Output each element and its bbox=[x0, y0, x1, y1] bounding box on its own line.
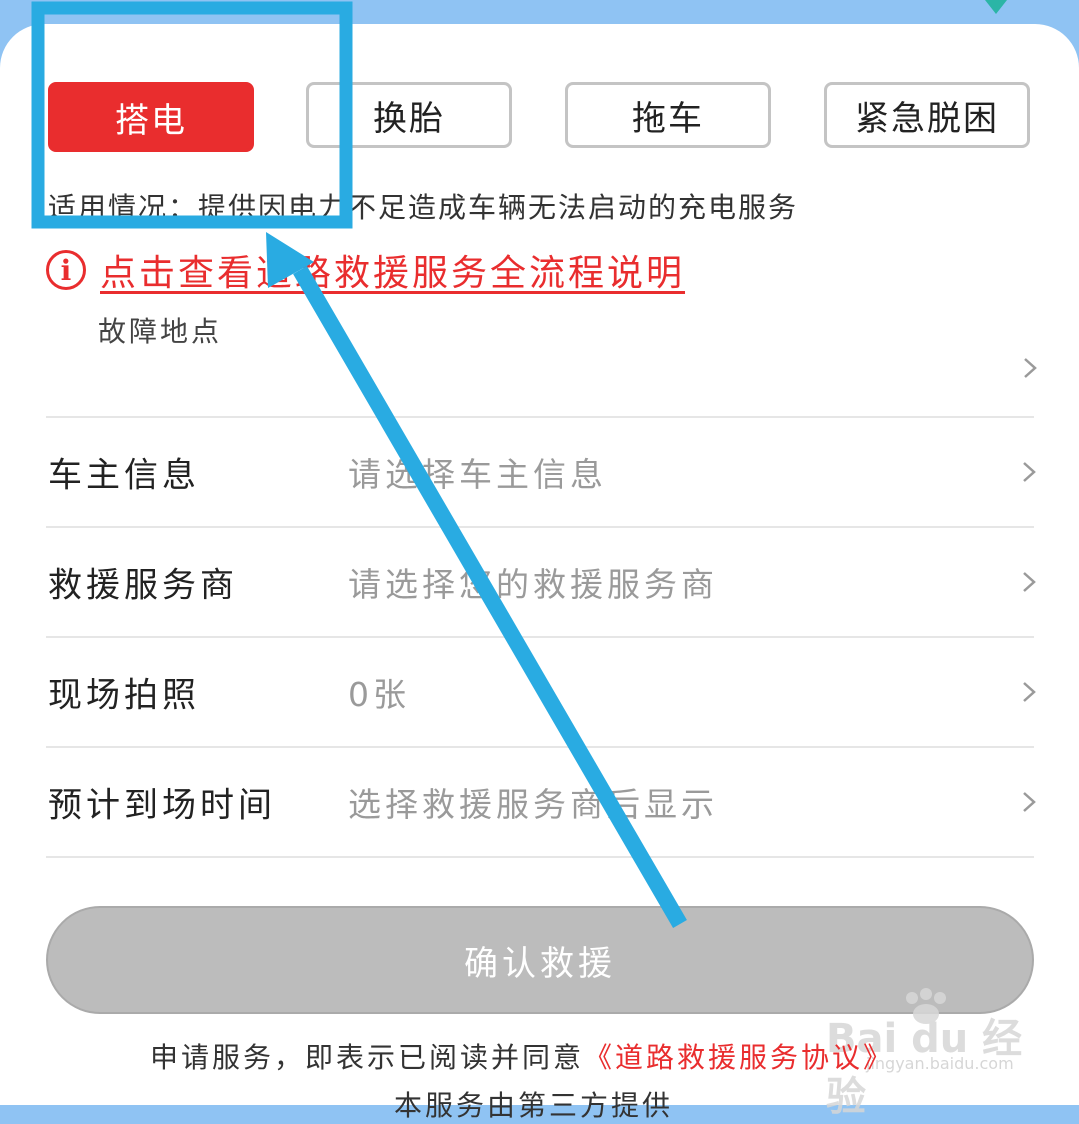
rescue-provider-row[interactable]: 救援服务商 请选择您的救援服务商 bbox=[46, 528, 1046, 636]
agreement-prefix: 申请服务，即表示已阅读并同意 bbox=[150, 1041, 585, 1074]
provider-note: 本服务由第三方提供 bbox=[394, 1089, 674, 1122]
chevron-right-icon[interactable] bbox=[1020, 462, 1038, 482]
eta-value: 选择救援服务商后显示 bbox=[348, 785, 718, 824]
tab-emergency-recovery[interactable]: 紧急脱困 bbox=[824, 82, 1030, 148]
divider bbox=[46, 856, 1034, 858]
owner-info-label: 车主信息 bbox=[48, 455, 200, 496]
agreement-link[interactable]: 《道路救援服务协议》 bbox=[584, 1041, 894, 1074]
chevron-right-icon[interactable] bbox=[1020, 682, 1038, 702]
owner-info-value[interactable]: 请选择车主信息 bbox=[348, 448, 607, 496]
chevron-right-icon[interactable] bbox=[1020, 572, 1038, 592]
agreement-line: 申请服务，即表示已阅读并同意《道路救援服务协议》 bbox=[150, 1036, 894, 1076]
owner-info-row[interactable]: 车主信息 请选择车主信息 bbox=[46, 418, 1046, 526]
eta-row[interactable]: 预计到场时间 选择救援服务商后显示 bbox=[46, 748, 1046, 856]
fault-location-label: 故障地点 bbox=[98, 315, 223, 348]
rescue-provider-label: 救援服务商 bbox=[48, 565, 238, 606]
chevron-right-icon[interactable] bbox=[1021, 358, 1039, 378]
tab-tire-change[interactable]: 换胎 bbox=[306, 82, 512, 148]
site-photos-label: 现场拍照 bbox=[48, 675, 200, 716]
eta-label: 预计到场时间 bbox=[48, 785, 276, 826]
site-photos-row[interactable]: 现场拍照 0张 bbox=[46, 638, 1046, 746]
tab-towing[interactable]: 拖车 bbox=[565, 82, 771, 148]
site-photos-value[interactable]: 0张 bbox=[348, 668, 410, 716]
service-flow-link[interactable]: i 点击查看道路救援服务全流程说明 bbox=[46, 244, 685, 296]
chevron-right-icon[interactable] bbox=[1020, 792, 1038, 812]
info-icon: i bbox=[46, 250, 86, 290]
service-flow-link-text[interactable]: 点击查看道路救援服务全流程说明 bbox=[100, 244, 685, 296]
service-type-tabs: 搭电 换胎 拖车 紧急脱困 bbox=[48, 82, 1034, 152]
corner-mark-icon bbox=[985, 0, 1007, 14]
tab-jump-start[interactable]: 搭电 bbox=[48, 82, 254, 152]
scope-description: 适用情况：提供因电力不足造成车辆无法启动的充电服务 bbox=[48, 191, 799, 224]
rescue-provider-value[interactable]: 请选择您的救援服务商 bbox=[348, 558, 718, 606]
